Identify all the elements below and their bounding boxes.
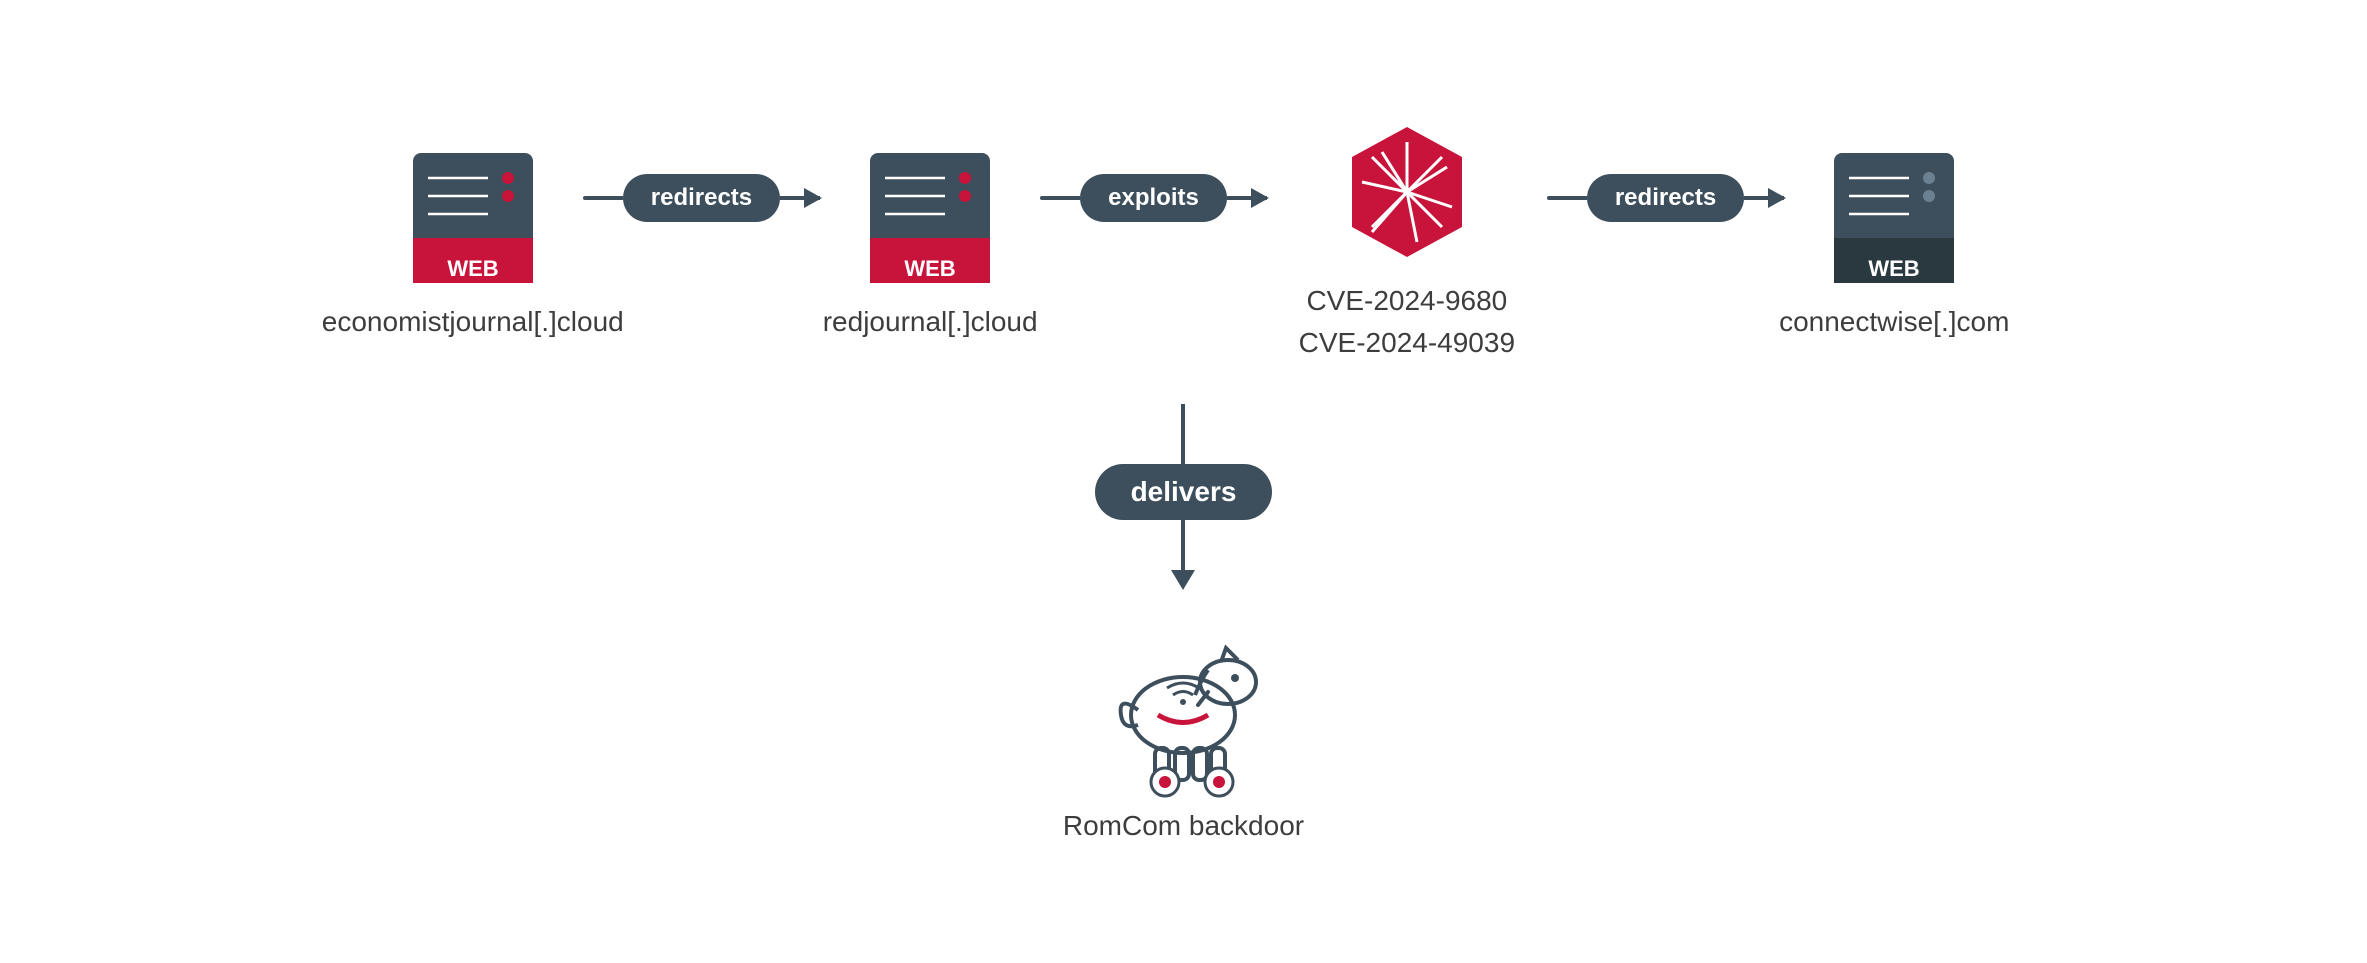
label-redjournal: redjournal[.]cloud: [823, 306, 1038, 338]
node-economistjournal: WEB economistjournal[.]cloud: [363, 148, 583, 338]
svg-text:WEB: WEB: [1869, 256, 1920, 281]
label-economistjournal: economistjournal[.]cloud: [322, 306, 624, 338]
vertical-delivers-connector: delivers: [1095, 404, 1273, 590]
svg-text:WEB: WEB: [904, 256, 955, 281]
connector-1: redirects: [583, 174, 820, 312]
bottom-delivery-section: delivers: [1063, 394, 1304, 842]
node-cve-exploit: CVE-2024-9680 CVE-2024-49039: [1267, 122, 1547, 364]
label-cve: CVE-2024-9680 CVE-2024-49039: [1299, 280, 1515, 364]
top-flow-row: WEB economistjournal[.]cloud redirects W…: [363, 122, 2004, 364]
delivers-label: delivers: [1095, 464, 1273, 520]
server-icon-1: WEB: [408, 148, 538, 288]
node-redjournal: WEB redjournal[.]cloud: [820, 148, 1040, 338]
exploit-hex-icon: [1337, 122, 1477, 262]
label-romcom: RomCom backdoor: [1063, 810, 1304, 842]
connector-label-exploits: exploits: [1080, 174, 1227, 222]
node-connectwise: WEB connectwise[.]com: [1784, 148, 2004, 338]
server-icon-4: WEB: [1829, 148, 1959, 288]
label-connectwise: connectwise[.]com: [1779, 306, 2009, 338]
connector-label-redirects-2: redirects: [1587, 174, 1744, 222]
connector-2: exploits: [1040, 174, 1267, 312]
connector-label-redirects-1: redirects: [623, 174, 780, 222]
trojan-horse-icon: [1083, 600, 1283, 800]
svg-text:WEB: WEB: [447, 256, 498, 281]
connector-3: redirects: [1547, 174, 1784, 312]
attack-chain-diagram: WEB economistjournal[.]cloud redirects W…: [0, 82, 2367, 882]
server-icon-2: WEB: [865, 148, 995, 288]
